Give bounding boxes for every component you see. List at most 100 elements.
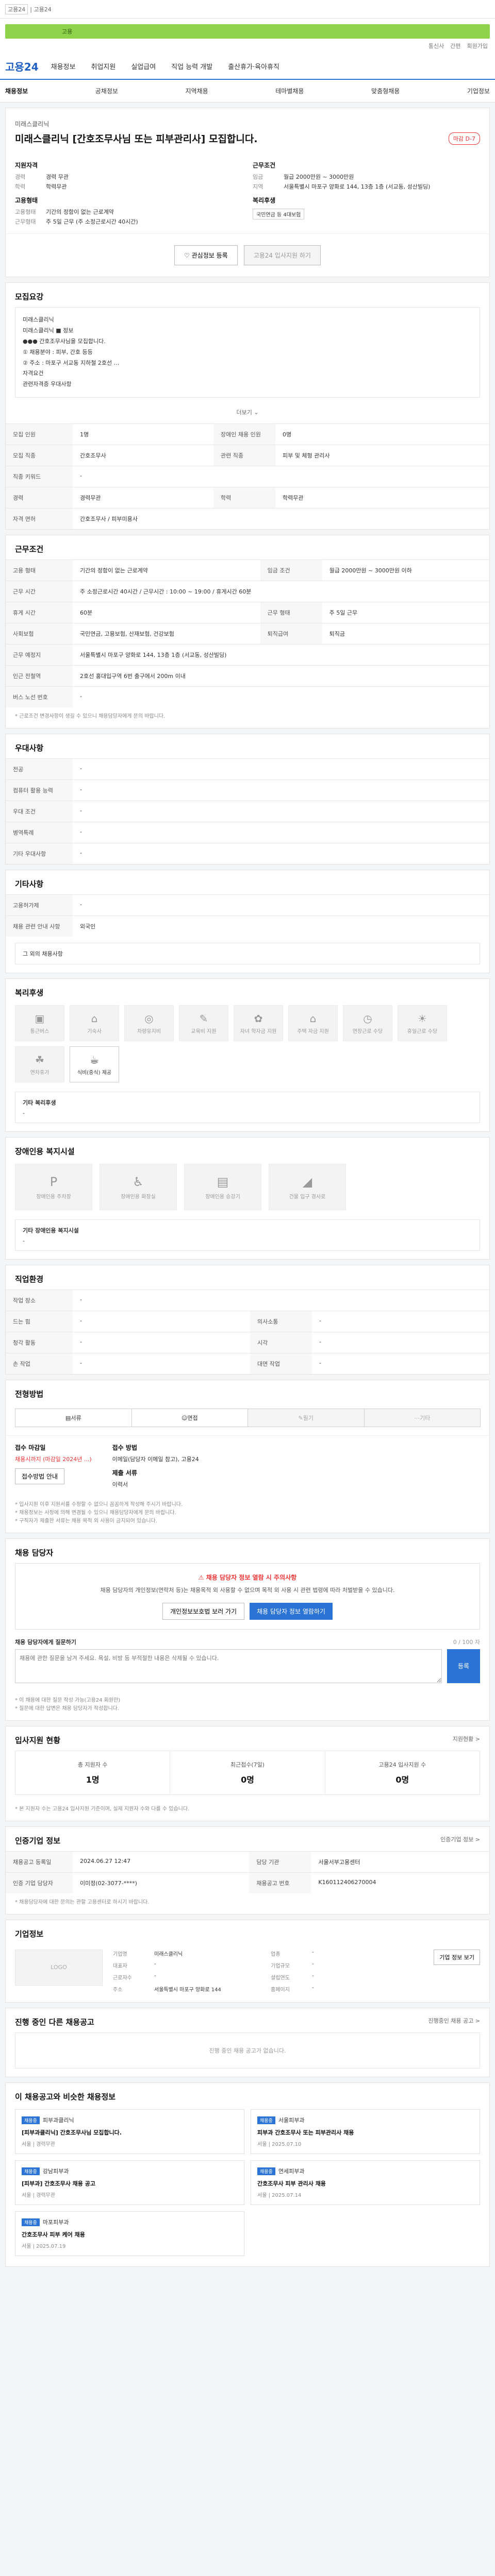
apply-button[interactable]: 고용24 입사지원 하기 [243,245,321,265]
welfare-item: ▣ 통근버스 [15,1005,64,1042]
elevator-icon: ▤ [217,1174,229,1189]
row-key: 퇴직급여 [260,623,322,645]
subnav-item[interactable]: 지역채용 [186,87,208,95]
row-key: 고용 형태 [6,560,73,581]
qa-header: 채용 담당자에게 질문하기 0 / 100 자 [15,1638,480,1646]
banner-link[interactable]: 통신사 [428,42,444,50]
people-icon: ☺ [181,1414,188,1421]
privacy-law-button[interactable]: 개인정보보호법 보러 가기 [162,1602,245,1620]
row-key: 채용 관련 안내 사항 [6,916,73,937]
summary-value: 월급 2000만원 ~ 3000만원 [284,174,354,180]
detail-line: ② 주소 : 마포구 서교동 지하철 2호선 ... [23,359,120,366]
access-item: ◢ 건물 입구 경사로 [269,1164,346,1211]
company-info-section: 기업정보 LOGO 기업명 미래스클리닉 업종 - 대표자 - 기업규모 - 근로자수 - 설립… [5,1919,490,2003]
nav-item[interactable]: 채용정보 [51,61,76,71]
row-key: 학력 [213,487,276,509]
subnav-item[interactable]: 기업정보 [467,87,490,95]
apply-guide-button[interactable]: 접수방법 안내 [15,1468,65,1485]
deadline-badge: 마감 D-7 [448,132,480,145]
process-notes: * 입사지원 이후 지원서를 수정할 수 없으니 꼼꼼하게 작성해 주시기 바랍… [6,1496,489,1533]
company-info-button[interactable]: 기업 정보 보기 [434,1949,480,1965]
stat-item: 총 지원자 수 1명 [15,1751,171,1794]
manager-more-link[interactable]: 인증기업 정보 > [440,1835,480,1846]
subnav-item[interactable]: 공채정보 [95,87,118,95]
pencil-icon: ✎ [298,1414,303,1421]
rec-meta: 서울 | 2025.07.10 [257,2141,302,2147]
row-value: - [73,1290,489,1311]
row-value: 주 소정근로시간 40시간 / 근무시간 : 10:00 ~ 19:00 / 휴… [73,581,489,602]
section-title: 기타사항 [15,879,44,889]
stat-value: 0명 [395,1774,409,1785]
other-table: 고용허가제 - 채용 관련 안내 사항 외국인 [6,894,489,937]
sub-nav: 채용정보 공채정보 지역채용 테마별채용 맞춤형채용 기업정보 [0,80,495,103]
subnav-item[interactable]: 채용정보 [5,87,28,95]
related-more-link[interactable]: 진행중인 채용 공고 > [428,2016,480,2027]
qa-submit-button[interactable]: 등록 [447,1649,480,1683]
subnav-item[interactable]: 테마별채용 [275,87,304,95]
more-label: 더보기 [236,409,252,416]
stats-more-link[interactable]: 지원현황 > [453,1735,480,1745]
section-header: 입사지원 현황 지원현황 > [6,1726,489,1751]
site-logo[interactable]: 고용24 [5,59,39,74]
manager-section: 인증기업 정보 인증기업 정보 > 채용공고 등록일 2024.06.27 12:… [5,1826,490,1914]
detail-line: 미래스클리닉 [23,316,54,323]
parking-icon: P [50,1174,58,1189]
rec-card[interactable]: 채용중 마포피부과 간호조무사 피부 케어 채용 서울 | 2025.07.19 [15,2211,244,2256]
row-key: 임금 조건 [260,560,322,581]
related-empty: 진행 중인 채용 공고가 없습니다. [15,2032,480,2069]
rec-org: 연세피부과 [278,2167,305,2175]
table-row: 채용공고 등록일 2024.06.27 12:47 담당 기관 서울서부고용센터 [6,1851,489,1873]
more-button[interactable]: 더보기 ⌄ [6,405,489,423]
welfare-section: 복리후생 ▣ 통근버스 ⌂ 기숙사 ◎ 차량유지비 ✎ 교육비 지원 ✿ 자녀 학자금 지… [5,978,490,1132]
access-item: ▤ 장애인용 승강기 [184,1164,261,1211]
table-row: 손 작업 - 대면 작업 - [6,1353,489,1375]
qa-input[interactable] [15,1649,442,1683]
rec-card[interactable]: 채용중 서울피부과 피부과 간호조무사 또는 피부관리사 채용 서울 | 2025.0… [251,2109,480,2154]
nav-item[interactable]: 실업급여 [131,61,156,71]
rec-card[interactable]: 채용중 연세피부과 간호조무사 피부 관리사 채용 서울 | 2025.07.14 [251,2160,480,2205]
table-row: 컴퓨터 활용 능력 - [6,779,489,801]
access-label: 장애인용 승강기 [205,1194,240,1200]
subbox-title: 기타 장애인용 복지시설 [23,1227,79,1234]
rec-org: 서울피부과 [278,2116,305,2124]
recruit-table: 모집 인원 1명 장애인 채용 인원 0명 모집 직종 간호조무사 관련 직종 피부 및 체… [6,423,489,530]
rec-label: 채용중 [22,2167,40,2175]
row-key: 드는 힘 [6,1311,73,1332]
row-value: 서울특별시 마포구 양화로 144, 13층 1층 (서교동, 성산빌딩) [73,644,489,666]
recs-grid: 채용중 피부과클리닉 [피부과클리닉] 간호조무사님 모집합니다. 서울 | 경력무관… [6,2107,489,2266]
rec-label: 채용중 [22,2218,40,2226]
promo-banner[interactable]: 고용 [5,24,490,39]
top-badge: 고용24 [5,4,28,14]
home-icon: ⌂ [309,1012,317,1025]
banner-link[interactable]: 회원가입 [467,42,488,50]
inquiry-warning: ⚠ 채용 담당자 정보 열람 시 주의사항 [25,1573,470,1582]
banner-link[interactable]: 간편 [450,42,460,50]
welfare-label: 휴일근로 수당 [407,1028,438,1035]
process-section: 전형방법 ▤ 서류 ☺ 면접 ✎ 필기 ⋯ 기타 접수 마감일 채용시까지 (마… [5,1380,490,1534]
row-value: - [73,1311,250,1332]
company-grid: 기업명 미래스클리닉 업종 - 대표자 - 기업규모 - 근로자수 - 설립연도 - 주소 서울특별… [113,1950,423,1993]
summary-value: 학력무관 [46,183,67,190]
nav-item[interactable]: 취업지원 [91,61,116,71]
row-value: 주 5일 근무 [322,602,489,623]
scrap-button[interactable]: ♡ 관심정보 등록 [174,245,238,265]
row-value: - [73,1353,250,1375]
summary-value: 서울특별시 마포구 양화로 144, 13층 1층 (서교동, 성산빌딩) [284,183,431,190]
rec-card[interactable]: 채용중 강남피부과 [피부과] 간호조무사 채용 공고 서울 | 경력무관 [15,2160,244,2205]
section-title: 우대사항 [15,743,44,753]
row-value: 간호조무사 [73,445,214,466]
info-value: - [154,1973,156,1979]
qa-counter: 0 / 100 자 [453,1638,480,1646]
manager-table: 채용공고 등록일 2024.06.27 12:47 담당 기관 서울서부고용센터 인증… [6,1851,489,1893]
rec-card[interactable]: 채용중 피부과클리닉 [피부과클리닉] 간호조무사님 모집합니다. 서울 | 경력무관 [15,2109,244,2154]
nav-item[interactable]: 출산휴가·육아휴직 [228,61,279,71]
nav-item[interactable]: 직업 능력 개발 [171,61,212,71]
info-key: 설립연도 [271,1975,290,1981]
note-line: * 구직자가 제출한 서류는 채용 목적 외 사용이 금지되어 있습니다. [15,1518,157,1524]
view-manager-button[interactable]: 채용 담당자 정보 열람하기 [250,1602,333,1620]
house-icon: ⌂ [91,1012,98,1025]
row-key: 버스 노선 번호 [6,686,73,708]
summary-key: 근무형태 [15,218,36,225]
subnav-item[interactable]: 맞춤형채용 [371,87,400,95]
stat-label: 최근접수(7일) [230,1761,265,1768]
